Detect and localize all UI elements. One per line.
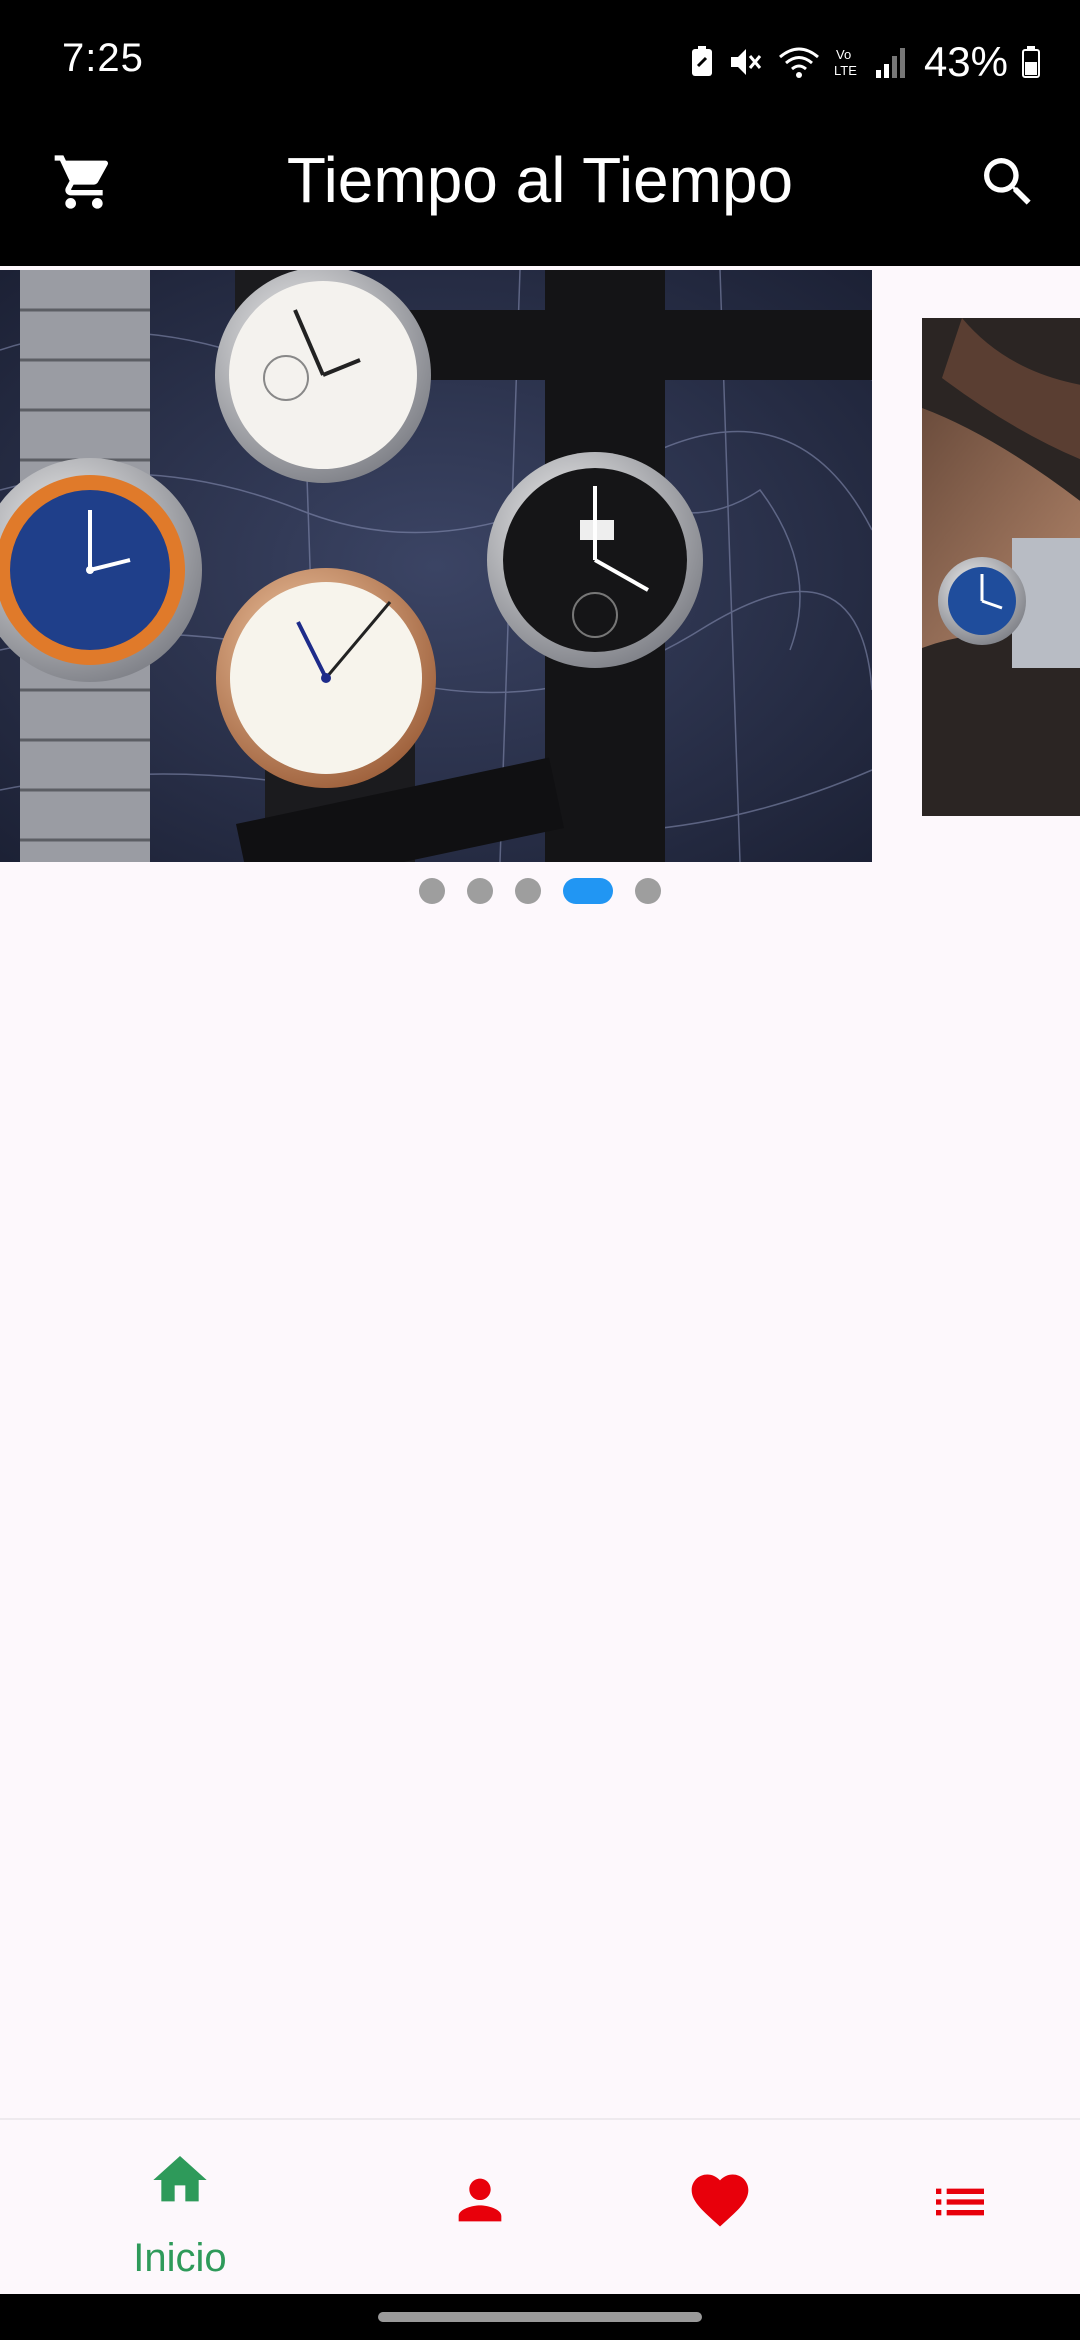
volte-icon: VoLTE — [834, 47, 857, 78]
svg-text:Vo: Vo — [836, 47, 851, 62]
watches-photo — [0, 270, 872, 862]
app-title: Tiempo al Tiempo — [286, 144, 794, 216]
status-bar: 7:25 Vo LTE 43% — [0, 0, 1080, 126]
svg-text:LTE: LTE — [834, 63, 857, 78]
status-icons: Vo LTE 43% — [690, 36, 1040, 88]
carousel-dot-active[interactable] — [563, 878, 613, 904]
battery-percent: 43% — [923, 38, 1008, 85]
search-icon — [984, 158, 1031, 205]
carousel-dot[interactable] — [419, 878, 445, 904]
list-icon — [936, 2188, 984, 2216]
battery-saver-icon — [691, 46, 712, 76]
mute-icon — [730, 49, 762, 75]
status-time: 7:25 — [62, 36, 144, 80]
nav-item-profile[interactable] — [360, 2120, 600, 2296]
carousel-dot[interactable] — [467, 878, 493, 904]
carousel-dot[interactable] — [635, 878, 661, 904]
search-button[interactable] — [966, 140, 1050, 224]
nav-label-home: Inicio — [133, 2236, 227, 2280]
heart-icon — [691, 2174, 749, 2227]
carousel-slide-next[interactable] — [922, 318, 1080, 816]
nav-item-home[interactable]: Inicio — [60, 2120, 300, 2296]
home-icon — [153, 2156, 207, 2202]
bottom-navigation: Inicio — [0, 2118, 1080, 2294]
nav-item-list[interactable] — [840, 2120, 1080, 2296]
image-carousel[interactable] — [0, 268, 1080, 868]
home-gesture-handle[interactable] — [378, 2312, 702, 2322]
gesture-navigation-bar — [0, 2294, 1080, 2340]
person-icon — [458, 2178, 502, 2222]
nav-item-favorites[interactable] — [600, 2120, 840, 2296]
wifi-icon — [778, 47, 819, 78]
carousel-indicator — [0, 878, 1080, 904]
wrist-watch-photo — [922, 318, 1080, 816]
battery-icon — [1022, 46, 1040, 78]
carousel-slide-watches[interactable] — [0, 270, 872, 862]
carousel-dot[interactable] — [515, 878, 541, 904]
signal-icon — [875, 48, 905, 78]
